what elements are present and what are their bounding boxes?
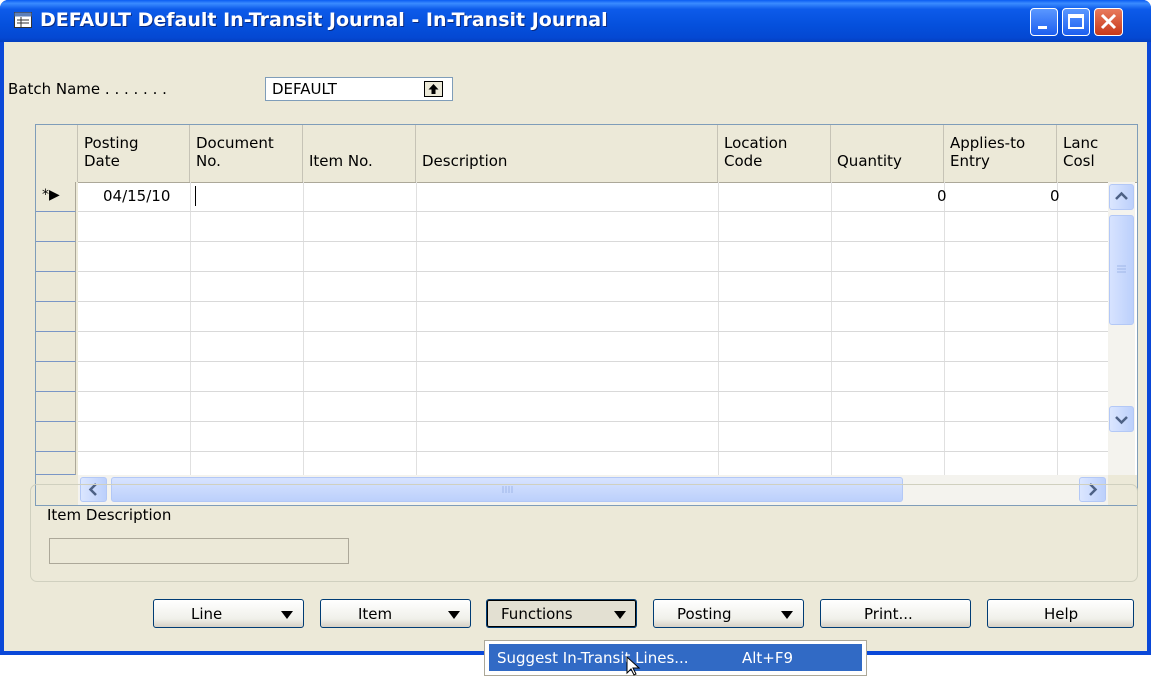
dropdown-arrow-icon xyxy=(781,611,793,619)
help-button[interactable]: Help xyxy=(987,599,1134,628)
item-description-field xyxy=(49,538,349,564)
journal-window: DEFAULT Default In-Transit Journal - In-… xyxy=(0,0,1151,655)
row-selector[interactable] xyxy=(36,422,76,452)
col-label-line1: Applies-to xyxy=(950,134,1026,152)
scroll-down-button[interactable] xyxy=(1109,406,1134,432)
chevron-down-icon xyxy=(1115,416,1128,425)
table-row[interactable] xyxy=(78,332,1108,362)
posting-button-label: Posting xyxy=(677,605,732,623)
col-applies-to-entry[interactable]: Applies-to Entry xyxy=(944,125,1057,182)
help-button-label: Help xyxy=(1044,605,1079,623)
table-row[interactable] xyxy=(78,212,1108,242)
col-label-line1: Document xyxy=(196,134,274,152)
item-description-group: Item Description xyxy=(30,484,1138,582)
col-label-line2: Entry xyxy=(950,152,990,170)
row-selector[interactable] xyxy=(36,452,76,475)
close-button[interactable] xyxy=(1094,8,1123,36)
scroll-up-button[interactable] xyxy=(1109,184,1134,210)
col-label-line1: Posting xyxy=(84,134,139,152)
col-location-code[interactable]: Location Code xyxy=(718,125,831,182)
cell-quantity[interactable]: 0 xyxy=(937,187,947,205)
col-label-line1 xyxy=(309,134,415,152)
col-document-no[interactable]: Document No. xyxy=(190,125,303,182)
col-label-line1: Location xyxy=(724,134,788,152)
col-landed-cost[interactable]: Lanc Cosl xyxy=(1057,125,1108,182)
table-row[interactable] xyxy=(78,272,1108,302)
vertical-scroll-thumb[interactable] xyxy=(1109,215,1134,325)
maximize-icon xyxy=(1068,14,1084,29)
row-selector[interactable] xyxy=(36,212,76,242)
col-item-no[interactable]: Item No. xyxy=(303,125,416,182)
print-button-label: Print... xyxy=(864,605,913,623)
cell-posting-date[interactable]: 04/15/10 xyxy=(103,187,170,205)
col-quantity[interactable]: Quantity xyxy=(831,125,944,182)
window-title: DEFAULT Default In-Transit Journal - In-… xyxy=(40,9,608,31)
table-row[interactable] xyxy=(78,242,1108,272)
form-icon xyxy=(14,12,32,28)
grip-icon xyxy=(1117,265,1126,273)
dropdown-arrow-icon xyxy=(448,611,460,619)
col-label-line2: Code xyxy=(724,152,763,170)
vertical-scrollbar[interactable] xyxy=(1108,182,1135,475)
close-icon xyxy=(1100,13,1117,30)
col-label-line2: Cosl xyxy=(1063,152,1095,170)
item-button[interactable]: Item xyxy=(320,599,471,628)
row-selector[interactable] xyxy=(36,242,76,272)
batch-name-label: Batch Name . . . . . . . xyxy=(8,80,167,98)
col-posting-date[interactable]: Posting Date xyxy=(78,125,190,182)
table-row[interactable]: 04/15/10 0 0 xyxy=(78,182,1108,212)
header-selector xyxy=(36,125,78,182)
col-label-line1: Lanc xyxy=(1063,134,1099,152)
chevron-up-icon xyxy=(1115,191,1128,200)
col-description[interactable]: Description xyxy=(416,125,718,182)
col-label-line1 xyxy=(837,134,943,152)
table-row[interactable] xyxy=(78,392,1108,422)
row-selector[interactable] xyxy=(36,302,76,332)
minimize-icon xyxy=(1038,26,1047,29)
menu-item-suggest-in-transit-lines[interactable]: Suggest In-Transit Lines... Alt+F9 xyxy=(489,644,862,671)
dropdown-arrow-icon xyxy=(281,611,293,619)
functions-button[interactable]: Functions xyxy=(486,599,637,628)
print-button[interactable]: Print... xyxy=(820,599,971,628)
menu-item-shortcut: Alt+F9 xyxy=(742,649,794,667)
row-selector[interactable] xyxy=(36,362,76,392)
col-label-line2: Item No. xyxy=(309,152,373,170)
row-selector-column: *▶ xyxy=(36,182,78,475)
minimize-button[interactable] xyxy=(1030,8,1058,36)
col-label-line2: Date xyxy=(84,152,120,170)
batch-name-field[interactable]: DEFAULT xyxy=(265,77,453,101)
table-row[interactable] xyxy=(78,362,1108,392)
functions-button-label: Functions xyxy=(501,605,573,623)
functions-dropdown-menu: Suggest In-Transit Lines... Alt+F9 xyxy=(484,640,867,676)
line-button[interactable]: Line xyxy=(153,599,304,628)
arrow-up-icon xyxy=(428,84,439,94)
menu-item-label: Suggest In-Transit Lines... xyxy=(497,649,689,667)
batch-lookup-button[interactable] xyxy=(424,81,443,97)
item-description-label: Item Description xyxy=(47,506,172,524)
row-selector[interactable] xyxy=(36,332,76,362)
client-area: Batch Name . . . . . . . DEFAULT Posting… xyxy=(4,42,1147,651)
line-button-label: Line xyxy=(191,605,223,623)
new-row-marker: *▶ xyxy=(42,187,60,203)
item-button-label: Item xyxy=(358,605,393,623)
col-label-line1 xyxy=(422,134,717,152)
maximize-button[interactable] xyxy=(1062,8,1090,36)
posting-button[interactable]: Posting xyxy=(653,599,804,628)
row-selector[interactable] xyxy=(36,392,76,422)
title-bar[interactable]: DEFAULT Default In-Transit Journal - In-… xyxy=(0,0,1151,42)
batch-name-value: DEFAULT xyxy=(272,80,337,98)
dropdown-arrow-icon xyxy=(614,611,626,619)
text-caret xyxy=(195,186,196,206)
cell-applies-to-entry[interactable]: 0 xyxy=(1050,187,1060,205)
grid-header: Posting Date Document No. Item No. Descr… xyxy=(36,125,1137,183)
table-row[interactable] xyxy=(78,422,1108,452)
mouse-pointer-icon xyxy=(626,656,641,676)
row-selector[interactable] xyxy=(36,272,76,302)
col-label-line2: Description xyxy=(422,152,508,170)
col-label-line2: No. xyxy=(196,152,221,170)
table-row[interactable] xyxy=(78,302,1108,332)
col-label-line2: Quantity xyxy=(837,152,902,170)
row-selector[interactable]: *▶ xyxy=(36,182,76,212)
journal-grid: Posting Date Document No. Item No. Descr… xyxy=(35,124,1138,506)
